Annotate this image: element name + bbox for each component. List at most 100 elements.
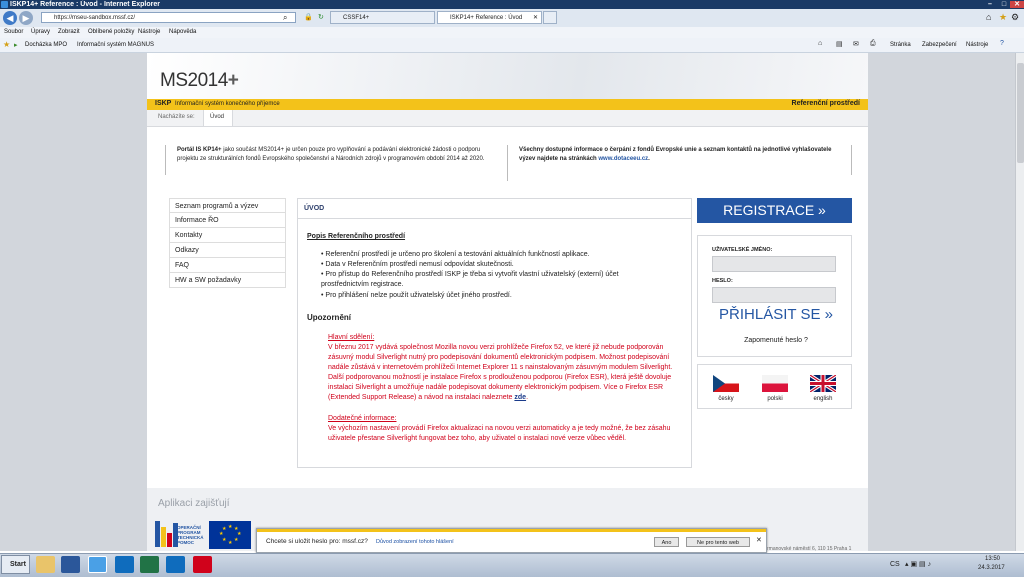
menu-file[interactable]: Soubor xyxy=(4,28,23,37)
site-header xyxy=(147,53,868,99)
bullet-item: • Pro přístup do Referenčního prostředí … xyxy=(321,271,619,288)
svg-text:★: ★ xyxy=(222,526,227,532)
breadcrumb: Nacházíte se: Úvod xyxy=(147,110,868,127)
add-favorite-icon[interactable]: ▸ xyxy=(14,41,18,49)
ms2014-logo[interactable]: MS2014+ xyxy=(160,70,239,92)
forward-button[interactable]: ▶ xyxy=(19,11,33,25)
home-icon[interactable]: ⌂ xyxy=(986,12,991,22)
info-left-bold: Portál IS KP14+ xyxy=(177,147,222,153)
info-box: Portál IS KP14+ jako součást MS2014+ je … xyxy=(165,139,852,181)
tab-cssf[interactable]: CSSF14+ xyxy=(330,11,435,24)
notice-main: Hlavní sdělení: V březnu 2017 vydává spo… xyxy=(328,333,683,403)
forgot-password-link[interactable]: Zapomenuté heslo ? xyxy=(711,337,841,344)
close-tab-icon[interactable]: ✕ xyxy=(533,12,538,25)
prompt-reason-link[interactable]: Důvod zobrazení tohoto hlášení xyxy=(376,539,454,545)
dotaceeu-link[interactable]: www.dotaceeu.cz xyxy=(598,156,648,162)
language-indicator[interactable]: CS xyxy=(890,561,900,568)
window-title-bar: ISKP14+ Reference : Úvod - Internet Expl… xyxy=(0,0,1024,9)
polish-flag-icon[interactable] xyxy=(762,375,788,392)
excel-icon[interactable] xyxy=(140,556,159,573)
refresh-icon[interactable]: ↻ xyxy=(318,13,324,21)
outlook-icon[interactable] xyxy=(115,556,134,573)
menu-edit[interactable]: Úpravy xyxy=(31,28,50,37)
menu-view[interactable]: Zobrazit xyxy=(58,28,80,37)
menu-tools[interactable]: Nástroje xyxy=(138,28,160,37)
notice-main-end: . xyxy=(526,394,529,401)
logo-plus: + xyxy=(227,70,239,91)
menu-ro-info[interactable]: Informace ŘO xyxy=(169,213,286,228)
cmd-security[interactable]: Zabezpečení xyxy=(922,40,957,50)
help-icon[interactable]: ? xyxy=(1000,40,1004,47)
notice-main-text: V březnu 2017 vydává společnost Mozilla … xyxy=(328,344,673,401)
search-icon[interactable]: ⌕ xyxy=(283,13,287,23)
scrollbar-thumb[interactable] xyxy=(1017,63,1024,163)
lang-czech[interactable]: česky xyxy=(706,396,746,402)
outlook-icon-2[interactable] xyxy=(166,556,185,573)
tray-icons[interactable]: ▴ ▣ ▤ ♪ xyxy=(905,560,931,568)
op-tp-logo-text: OPERAČNÍ PROGRAM TECHNICKÁ POMOC xyxy=(177,525,204,545)
lang-english[interactable]: english xyxy=(803,396,843,402)
login-button[interactable]: PŘIHLÁSIT SE » xyxy=(711,306,841,323)
favorite-link-dochazka[interactable]: Docházka MPO xyxy=(25,40,67,50)
save-password-never-button[interactable]: Ne pro tento web xyxy=(686,537,750,547)
eu-flag-icon: ★ ★ ★ ★ ★ ★ ★ ★ xyxy=(209,521,251,549)
tab-iskp[interactable]: ISKP14+ Reference : Úvod ✕ xyxy=(437,11,542,24)
close-prompt-icon[interactable]: ✕ xyxy=(756,536,762,544)
bullet-item: • Pro přihlášení nelze použít uživatelsk… xyxy=(321,292,512,299)
menu-programs-calls[interactable]: Seznam programů a výzev xyxy=(169,198,286,213)
clock-time[interactable]: 13:50 xyxy=(985,556,1000,562)
start-label: Start xyxy=(10,561,26,568)
uk-flag-icon[interactable] xyxy=(809,373,837,394)
menu-links[interactable]: Odkazy xyxy=(169,243,286,258)
back-button[interactable]: ◀ xyxy=(3,11,17,25)
menu-contacts[interactable]: Kontakty xyxy=(169,228,286,243)
info-right-text: Všechny dostupné informace o čerpání z f… xyxy=(519,147,832,162)
explorer-icon[interactable] xyxy=(36,556,55,573)
lang-polish[interactable]: polski xyxy=(755,396,795,402)
maximize-button[interactable]: □ xyxy=(997,1,1011,8)
content-heading: ÚVOD xyxy=(304,205,325,212)
breadcrumb-current[interactable]: Úvod xyxy=(210,114,224,120)
internet-explorer-icon[interactable] xyxy=(88,556,107,573)
vertical-scrollbar[interactable] xyxy=(1015,53,1024,551)
tab-label: CSSF14+ xyxy=(343,15,370,21)
favorites-star-icon[interactable]: ★ xyxy=(999,12,1007,23)
favorite-link-magnus[interactable]: Informační systém MAGNUS xyxy=(77,40,154,50)
favorites-bar: ★ ▸ Docházka MPO Informační systém MAGNU… xyxy=(0,38,1024,53)
tools-gear-icon[interactable]: ⚙ xyxy=(1011,12,1019,23)
print-icon[interactable]: ⎙ xyxy=(870,40,876,48)
bullet-item: • Referenční prostředí je určeno pro ško… xyxy=(321,251,590,258)
start-button[interactable]: Start xyxy=(1,555,30,574)
password-input[interactable] xyxy=(712,287,836,303)
word-icon[interactable] xyxy=(61,556,80,573)
clock-date[interactable]: 24.3.2017 xyxy=(978,565,1005,571)
feeds-icon[interactable]: ▤ xyxy=(836,40,843,48)
firefox-esr-link[interactable]: zde xyxy=(514,394,526,401)
save-password-yes-button[interactable]: Ano xyxy=(654,537,679,547)
pdf-reader-icon[interactable] xyxy=(193,556,212,573)
cmd-tools[interactable]: Nástroje xyxy=(966,40,988,50)
breadcrumb-label: Nacházíte se: xyxy=(158,114,195,120)
mail-icon[interactable]: ✉ xyxy=(853,40,859,48)
username-input[interactable] xyxy=(712,256,836,272)
cmd-page[interactable]: Stránka xyxy=(890,40,911,50)
url-text: https://mseu-sandbox.mssf.cz/ xyxy=(54,15,136,21)
menu-hw-sw[interactable]: HW a SW požadavky xyxy=(169,273,286,288)
lock-icon[interactable]: 🔒 xyxy=(304,13,313,21)
svg-text:★: ★ xyxy=(234,537,239,543)
minimize-button[interactable]: – xyxy=(983,1,997,8)
new-tab-button[interactable] xyxy=(543,11,557,24)
address-input[interactable]: https://mseu-sandbox.mssf.cz/ xyxy=(41,12,296,23)
menu-bar: Soubor Úpravy Zobrazit Oblíbené položky … xyxy=(0,27,1024,38)
czech-flag-icon[interactable] xyxy=(713,375,739,392)
menu-help[interactable]: Nápověda xyxy=(169,28,196,37)
favorites-icon[interactable]: ★ xyxy=(3,40,10,49)
svg-text:★: ★ xyxy=(222,537,227,543)
register-button[interactable]: REGISTRACE » xyxy=(697,198,852,223)
left-menu: Seznam programů a výzev Informace ŘO Kon… xyxy=(169,198,286,288)
close-window-button[interactable]: ✕ xyxy=(1010,1,1024,8)
home-cmd-icon[interactable]: ⌂ xyxy=(818,40,822,47)
menu-faq[interactable]: FAQ xyxy=(169,258,286,273)
svg-text:★: ★ xyxy=(228,524,233,530)
menu-favorites[interactable]: Oblíbené položky xyxy=(88,28,134,37)
